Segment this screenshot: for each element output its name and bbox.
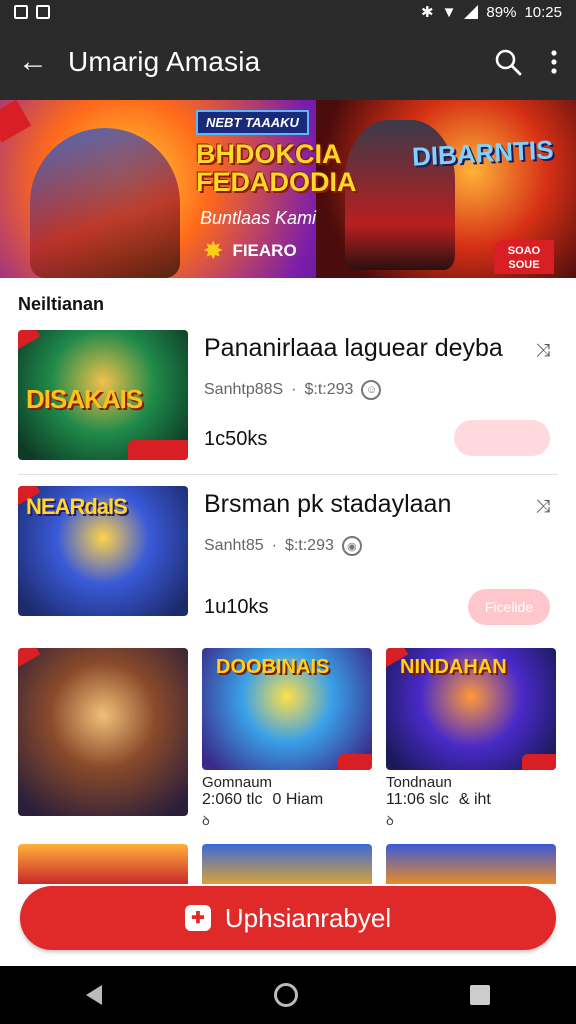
thumb-badge	[522, 754, 556, 770]
nav-back-icon[interactable]	[86, 985, 102, 1005]
status-right: ✱ ▼ 89% 10:25	[420, 3, 562, 22]
install-button[interactable]: Ficelide	[468, 589, 550, 625]
item-count: 1c50ks	[204, 428, 268, 450]
item-meta-left: Sanht85	[204, 537, 264, 554]
grid-card[interactable]: NINDAHAN Tondnaun 11:06 slc & iht ꝺ	[386, 648, 556, 829]
item-meta-right: $:t:293	[304, 381, 354, 398]
item-count: 1u10ks	[204, 596, 269, 618]
banner-hero-art	[30, 128, 180, 278]
signal-icon	[464, 5, 479, 19]
rating-icon: ☺	[361, 380, 382, 400]
grid-stat: 0 Hiam	[272, 791, 324, 808]
grid-stat: & iht	[458, 791, 491, 808]
grid-label[interactable]: Tondnaun	[386, 774, 556, 791]
gallery-icon	[36, 5, 50, 19]
game-thumbnail[interactable]: DOOBINAIS	[202, 648, 372, 770]
item-meta: Sanht85 · $:t:293 ◉	[204, 536, 362, 556]
list-item[interactable]: DISAKAIS Pananirlaaa laguear deyba Sanht…	[18, 330, 558, 462]
thumb-badge	[338, 754, 372, 770]
game-thumbnail[interactable]	[386, 844, 556, 884]
primary-cta-button[interactable]: ✚ Uphsianrabyel	[20, 886, 556, 950]
game-thumbnail[interactable]	[18, 648, 188, 816]
page-title: Umarig Amasia	[68, 46, 261, 77]
back-arrow-icon[interactable]: ←	[18, 47, 58, 77]
grid-stats: 11:06 slc & iht	[386, 791, 556, 809]
image-icon	[14, 5, 28, 19]
rating-icon: ◉	[341, 536, 362, 556]
search-icon[interactable]	[494, 48, 522, 76]
install-button[interactable]	[454, 420, 550, 456]
app-bar: ← Umarig Amasia	[0, 24, 576, 100]
item-title[interactable]: Pananirlaaa laguear deyba	[204, 334, 503, 363]
thumb-logo: NINDAHAN	[400, 656, 507, 678]
meta-separator: ·	[271, 537, 277, 554]
share-icon[interactable]: ⤨	[536, 496, 550, 517]
game-thumbnail[interactable]: NINDAHAN	[386, 648, 556, 770]
app-actions	[494, 48, 558, 76]
grid-card[interactable]: DOOBINAIS Gomnaum 2:060 tlc 0 Hiam ꝺ	[202, 648, 372, 829]
grid-label[interactable]: Gomnaum	[202, 774, 372, 791]
share-icon[interactable]: ⤨	[536, 340, 550, 361]
game-thumbnail[interactable]: DISAKAIS	[18, 330, 188, 460]
list-item[interactable]: NEARdaIS Brsman pk stadaylaan Sanht85 · …	[18, 486, 558, 625]
game-thumbnail[interactable]	[202, 844, 372, 884]
download-icon: ꝺ	[386, 813, 394, 828]
item-meta-right: $:t:293	[284, 537, 334, 554]
item-title[interactable]: Brsman pk stadaylaan	[204, 490, 451, 519]
bluetooth-icon: ✱	[420, 4, 434, 21]
more-vert-icon[interactable]	[550, 49, 558, 75]
item-meta-left: Sanhtp88S	[204, 381, 284, 398]
grid-stat: 11:06 slc	[386, 791, 449, 808]
star-icon: ✸	[204, 238, 223, 263]
banner-logo: DIBARNTIS	[411, 134, 555, 172]
banner-cta[interactable]: ✸ FIEARO	[204, 240, 297, 262]
primary-cta-label: Uphsianrabyel	[224, 902, 392, 933]
divider	[18, 474, 558, 475]
banner-headline: BHDOKCIA FEDADODIA	[196, 139, 357, 198]
banner-subtitle: Buntlaas Kami	[200, 208, 317, 228]
nav-home-icon[interactable]	[274, 983, 298, 1007]
banner-badge: SOAO SOUE	[494, 240, 554, 274]
thumb-corner-ribbon	[18, 648, 41, 668]
wifi-icon: ▼	[441, 3, 457, 21]
banner-cta-label: FIEARO	[232, 241, 297, 260]
banner-tag: NEBT TAAAKU	[196, 110, 309, 135]
thumb-logo: DISAKAIS	[26, 384, 143, 414]
nav-recent-icon[interactable]	[470, 985, 490, 1005]
game-thumbnail[interactable]: NEARdaIS	[18, 486, 188, 616]
item-meta: Sanhtp88S · $:t:293 ☺	[204, 380, 382, 400]
section-title: Neiltianan	[18, 294, 105, 314]
status-bar: ✱ ▼ 89% 10:25	[0, 0, 576, 24]
thumb-logo: NEARdaIS	[26, 494, 128, 519]
system-nav-bar	[0, 966, 576, 1024]
status-left	[14, 5, 50, 19]
meta-separator: ·	[291, 381, 297, 398]
gift-icon: ✚	[184, 905, 211, 931]
clock: 10:25	[524, 3, 562, 21]
game-thumbnail[interactable]	[18, 844, 188, 884]
grid-stat: 2:060 tlc	[202, 791, 263, 808]
battery-level: 89%	[486, 3, 517, 21]
grid-stats: 2:060 tlc 0 Hiam	[202, 791, 372, 809]
grid-card[interactable]	[18, 648, 188, 816]
screen: ✱ ▼ 89% 10:25 ← Umarig Amasia NEBT TAAAK…	[0, 0, 576, 1024]
thumb-logo: DOOBINAIS	[216, 656, 330, 678]
download-icon: ꝺ	[202, 813, 210, 828]
thumb-badge	[128, 440, 188, 460]
thumb-corner-ribbon	[18, 330, 41, 350]
